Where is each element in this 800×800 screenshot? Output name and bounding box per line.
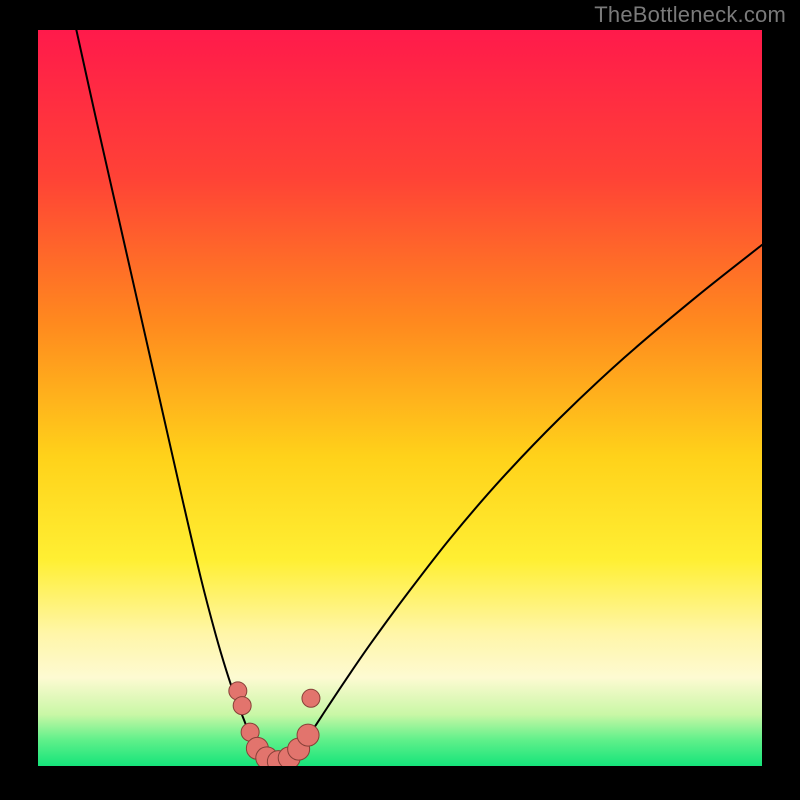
data-marker [233,697,251,715]
chart-frame: TheBottleneck.com [0,0,800,800]
data-marker [297,724,319,746]
watermark-text: TheBottleneck.com [594,2,786,28]
plot-svg [38,30,762,766]
data-marker [302,689,320,707]
plot-area [38,30,762,766]
gradient-background [38,30,762,766]
